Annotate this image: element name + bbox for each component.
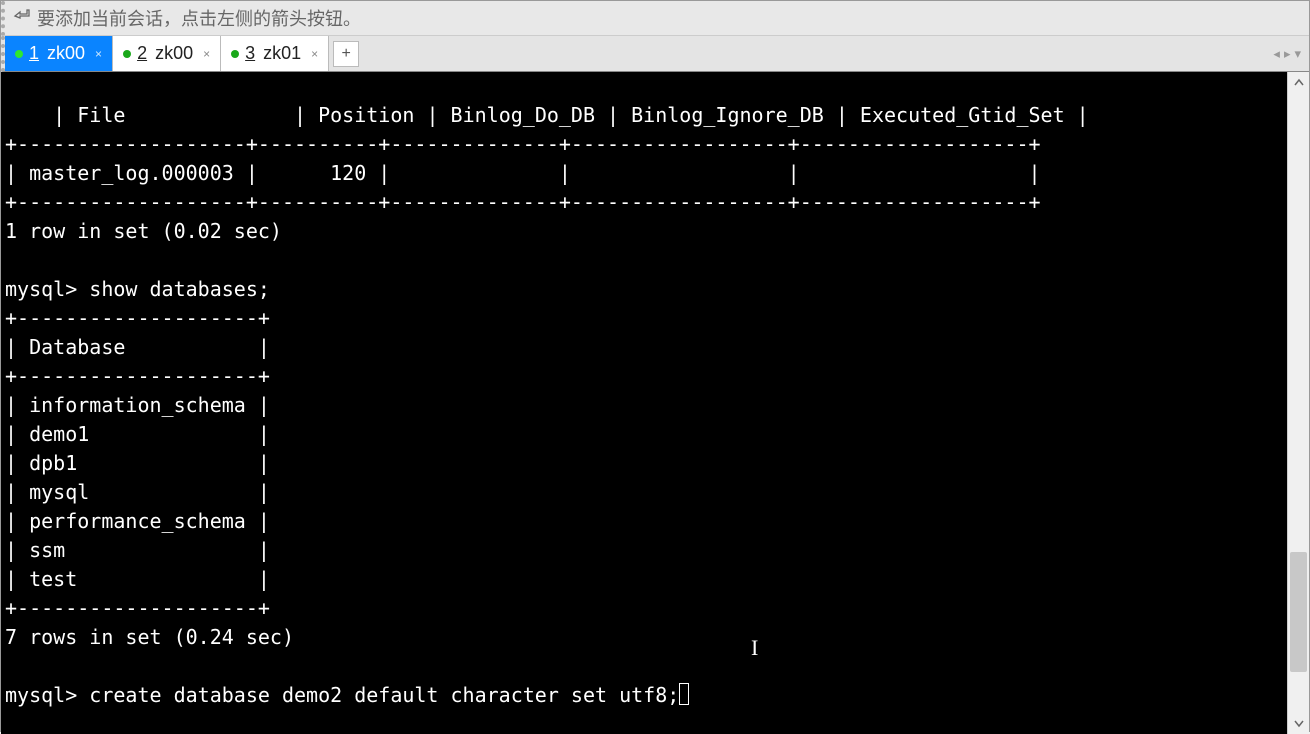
close-icon[interactable]: × bbox=[311, 47, 318, 61]
tab-3[interactable]: 3 zk01 × bbox=[221, 36, 329, 71]
chevron-down-icon bbox=[1294, 718, 1304, 728]
chevron-right-icon[interactable]: ▸ bbox=[1284, 46, 1291, 62]
close-icon[interactable]: × bbox=[203, 47, 210, 61]
scrollbar[interactable] bbox=[1287, 72, 1309, 734]
tab-label: zk00 bbox=[155, 43, 193, 64]
chevron-left-icon[interactable]: ◂ bbox=[1273, 46, 1280, 62]
tab-2[interactable]: 2 zk00 × bbox=[113, 36, 221, 71]
scroll-up-button[interactable] bbox=[1288, 72, 1309, 94]
terminal-output: | File | Position | Binlog_Do_DB | Binlo… bbox=[5, 103, 1089, 649]
new-tab-button[interactable]: + bbox=[333, 41, 359, 67]
status-dot-icon bbox=[231, 50, 239, 58]
terminal[interactable]: | File | Position | Binlog_Do_DB | Binlo… bbox=[1, 72, 1287, 734]
chevron-up-icon bbox=[1294, 78, 1304, 88]
text-caret-icon: I bbox=[751, 633, 758, 662]
status-dot-icon bbox=[123, 50, 131, 58]
tab-label: zk00 bbox=[47, 43, 85, 64]
tab-nav: ◂ ▸ ▾ bbox=[1273, 36, 1301, 71]
arrow-return-icon bbox=[13, 8, 31, 29]
tab-num: 1 bbox=[29, 43, 39, 64]
hint-text: 要添加当前会话，点击左侧的箭头按钮。 bbox=[37, 5, 361, 31]
tab-num: 3 bbox=[245, 43, 255, 64]
tab-num: 2 bbox=[137, 43, 147, 64]
terminal-prompt-line: mysql> create database demo2 default cha… bbox=[5, 683, 679, 707]
hint-bar: 要添加当前会话，点击左侧的箭头按钮。 bbox=[1, 1, 1309, 36]
tab-1[interactable]: 1 zk00 × bbox=[5, 36, 113, 71]
scroll-thumb[interactable] bbox=[1290, 552, 1307, 672]
tab-strip: 1 zk00 × 2 zk00 × 3 zk01 × + ◂ ▸ ▾ bbox=[1, 36, 1309, 72]
terminal-cursor bbox=[679, 683, 689, 705]
chevron-down-icon[interactable]: ▾ bbox=[1294, 46, 1301, 62]
terminal-wrap: | File | Position | Binlog_Do_DB | Binlo… bbox=[1, 72, 1309, 734]
tab-label: zk01 bbox=[263, 43, 301, 64]
close-icon[interactable]: × bbox=[95, 47, 102, 61]
scroll-down-button[interactable] bbox=[1288, 712, 1309, 734]
status-dot-icon bbox=[15, 50, 23, 58]
